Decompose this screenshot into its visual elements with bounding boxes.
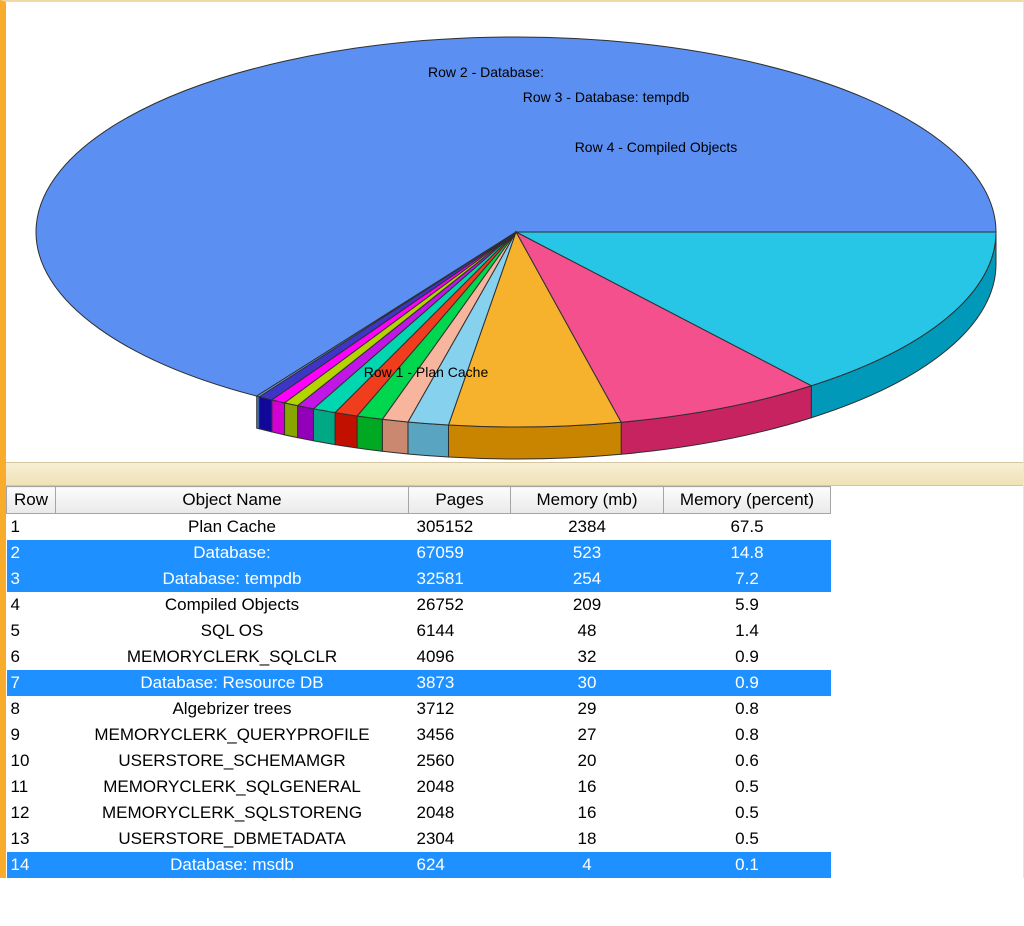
cell-pages: 67059: [409, 540, 511, 566]
pie-chart: Row 1 - Plan Cache Row 2 - Database: Row 3…: [6, 2, 1018, 462]
cell-pct: 7.2: [664, 566, 831, 592]
data-grid[interactable]: Row Object Name Pages Memory (mb) Memory…: [6, 486, 1018, 878]
pie-slice-label: Row 1 - Plan Cache: [364, 364, 489, 380]
cell-pct: 0.5: [664, 774, 831, 800]
table-row[interactable]: 4Compiled Objects267522095.9: [7, 592, 831, 618]
cell-name: MEMORYCLERK_QUERYPROFILE: [56, 722, 409, 748]
cell-pages: 2048: [409, 774, 511, 800]
cell-mb: 18: [511, 826, 664, 852]
cell-mb: 4: [511, 852, 664, 878]
cell-pct: 5.9: [664, 592, 831, 618]
cell-name: MEMORYCLERK_SQLGENERAL: [56, 774, 409, 800]
cell-row: 8: [7, 696, 56, 722]
cell-pct: 0.6: [664, 748, 831, 774]
cell-pct: 0.8: [664, 696, 831, 722]
cell-mb: 29: [511, 696, 664, 722]
cell-mb: 32: [511, 644, 664, 670]
tan-divider-strip: [6, 462, 1023, 486]
table-row[interactable]: 1Plan Cache305152238467.5: [7, 514, 831, 541]
col-header-mb[interactable]: Memory (mb): [511, 487, 664, 514]
cell-name: Compiled Objects: [56, 592, 409, 618]
table-row[interactable]: 11MEMORYCLERK_SQLGENERAL2048160.5: [7, 774, 831, 800]
cell-name: Plan Cache: [56, 514, 409, 541]
col-header-pages[interactable]: Pages: [409, 487, 511, 514]
cell-name: Database: tempdb: [56, 566, 409, 592]
cell-row: 3: [7, 566, 56, 592]
cell-name: Algebrizer trees: [56, 696, 409, 722]
cell-pct: 67.5: [664, 514, 831, 541]
cell-mb: 209: [511, 592, 664, 618]
cell-row: 4: [7, 592, 56, 618]
cell-pct: 0.5: [664, 800, 831, 826]
cell-mb: 523: [511, 540, 664, 566]
cell-name: Database: Resource DB: [56, 670, 409, 696]
cell-pct: 0.8: [664, 722, 831, 748]
cell-name: Database:: [56, 540, 409, 566]
cell-row: 9: [7, 722, 56, 748]
cell-pages: 6144: [409, 618, 511, 644]
cell-pages: 3873: [409, 670, 511, 696]
cell-row: 13: [7, 826, 56, 852]
cell-pages: 305152: [409, 514, 511, 541]
table-row[interactable]: 10USERSTORE_SCHEMAMGR2560200.6: [7, 748, 831, 774]
pie-slice-label: Row 2 - Database:: [428, 64, 544, 80]
cell-mb: 20: [511, 748, 664, 774]
cell-name: SQL OS: [56, 618, 409, 644]
table-row[interactable]: 6MEMORYCLERK_SQLCLR4096320.9: [7, 644, 831, 670]
cell-pages: 3456: [409, 722, 511, 748]
table-row[interactable]: 14Database: msdb62440.1: [7, 852, 831, 878]
col-header-name[interactable]: Object Name: [56, 487, 409, 514]
cell-pages: 624: [409, 852, 511, 878]
cell-mb: 254: [511, 566, 664, 592]
cell-pct: 0.1: [664, 852, 831, 878]
cell-pct: 0.9: [664, 644, 831, 670]
col-header-pct[interactable]: Memory (percent): [664, 487, 831, 514]
cell-pages: 2048: [409, 800, 511, 826]
cell-mb: 48: [511, 618, 664, 644]
cell-pct: 14.8: [664, 540, 831, 566]
cell-mb: 30: [511, 670, 664, 696]
table-row[interactable]: 7Database: Resource DB3873300.9: [7, 670, 831, 696]
report-frame: Row 1 - Plan Cache Row 2 - Database: Row 3…: [0, 0, 1024, 878]
cell-name: USERSTORE_SCHEMAMGR: [56, 748, 409, 774]
grid-header-row[interactable]: Row Object Name Pages Memory (mb) Memory…: [7, 487, 831, 514]
cell-mb: 16: [511, 774, 664, 800]
cell-row: 12: [7, 800, 56, 826]
cell-row: 5: [7, 618, 56, 644]
cell-row: 10: [7, 748, 56, 774]
cell-pct: 0.9: [664, 670, 831, 696]
cell-pages: 3712: [409, 696, 511, 722]
cell-mb: 16: [511, 800, 664, 826]
cell-mb: 27: [511, 722, 664, 748]
cell-name: Database: msdb: [56, 852, 409, 878]
cell-row: 11: [7, 774, 56, 800]
table-row[interactable]: 5SQL OS6144481.4: [7, 618, 831, 644]
table-row[interactable]: 12MEMORYCLERK_SQLSTORENG2048160.5: [7, 800, 831, 826]
table-row[interactable]: 8Algebrizer trees3712290.8: [7, 696, 831, 722]
cell-name: USERSTORE_DBMETADATA: [56, 826, 409, 852]
cell-row: 2: [7, 540, 56, 566]
cell-pages: 26752: [409, 592, 511, 618]
col-header-row[interactable]: Row: [7, 487, 56, 514]
cell-row: 1: [7, 514, 56, 541]
table-row[interactable]: 3Database: tempdb325812547.2: [7, 566, 831, 592]
cell-name: MEMORYCLERK_SQLSTORENG: [56, 800, 409, 826]
cell-row: 6: [7, 644, 56, 670]
cell-pages: 2304: [409, 826, 511, 852]
cell-name: MEMORYCLERK_SQLCLR: [56, 644, 409, 670]
cell-pages: 4096: [409, 644, 511, 670]
cell-row: 7: [7, 670, 56, 696]
cell-pages: 2560: [409, 748, 511, 774]
pie-slice-label: Row 3 - Database: tempdb: [523, 89, 690, 105]
cell-pct: 0.5: [664, 826, 831, 852]
cell-pct: 1.4: [664, 618, 831, 644]
table-row[interactable]: 13USERSTORE_DBMETADATA2304180.5: [7, 826, 831, 852]
table-row[interactable]: 2Database:6705952314.8: [7, 540, 831, 566]
cell-row: 14: [7, 852, 56, 878]
table-row[interactable]: 9MEMORYCLERK_QUERYPROFILE3456270.8: [7, 722, 831, 748]
pie-slice-label: Row 4 - Compiled Objects: [575, 139, 738, 155]
cell-mb: 2384: [511, 514, 664, 541]
cell-pages: 32581: [409, 566, 511, 592]
